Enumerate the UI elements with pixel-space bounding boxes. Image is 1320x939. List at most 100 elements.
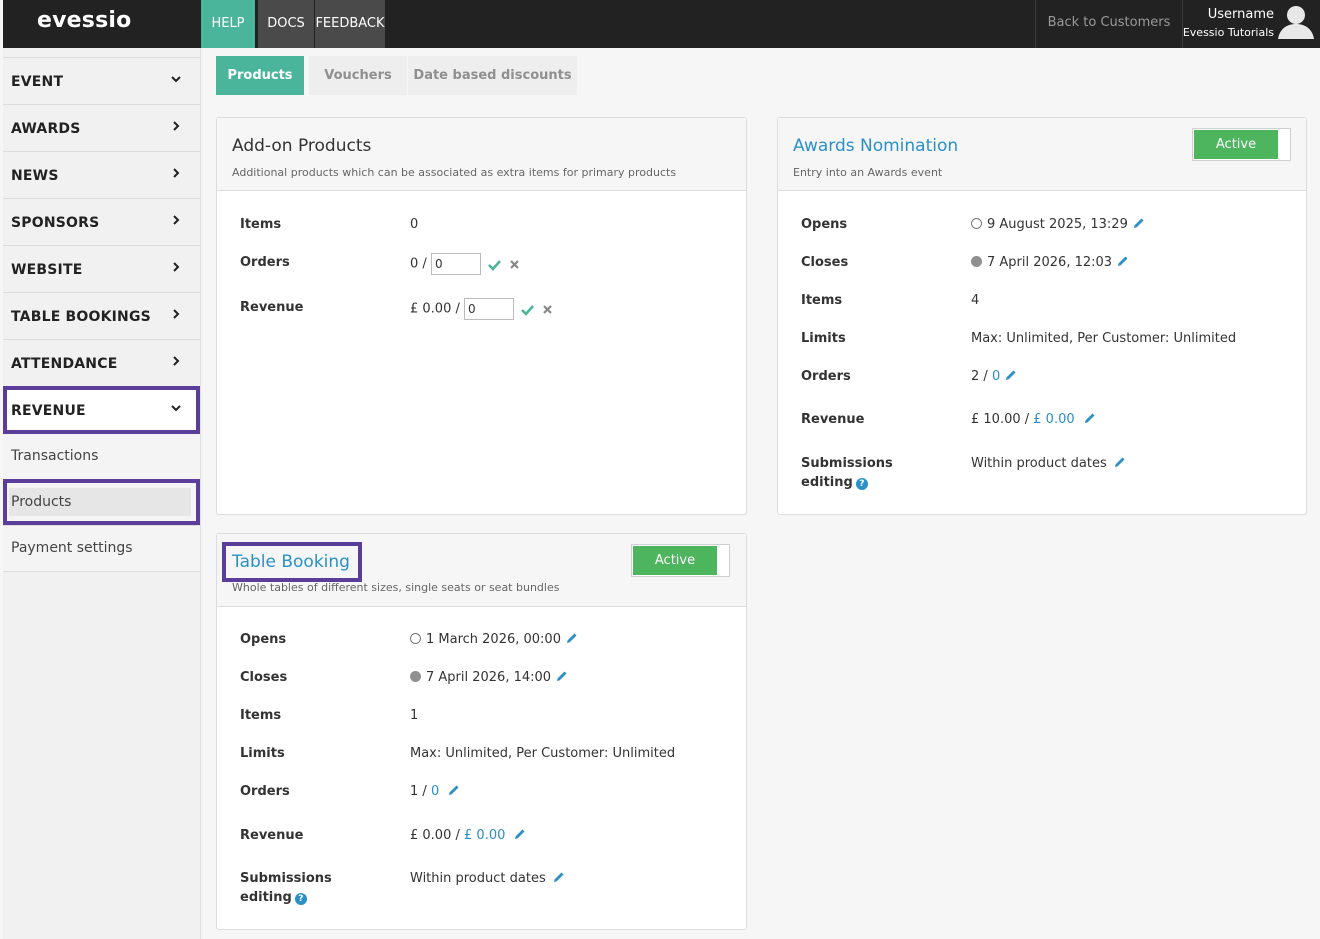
items-label: Items (801, 293, 843, 308)
orders-value: 0 / (410, 253, 521, 275)
sidebar-sub-label: Payment settings (11, 540, 133, 556)
closes-date: 7 April 2026, 14:00 (426, 670, 552, 685)
active-toggle[interactable]: Active (1192, 128, 1291, 161)
pencil-icon[interactable] (448, 784, 460, 796)
revenue-amount: £ 0.00 / (410, 301, 460, 317)
organisation-label[interactable]: Evessio Tutorials (1183, 26, 1274, 39)
feedback-button[interactable]: FEEDBACK (315, 0, 385, 48)
help-button[interactable]: HELP (201, 0, 255, 48)
submissions-value: Within product dates (410, 869, 565, 888)
help-icon[interactable]: ? (855, 478, 868, 490)
sidebar-item-awards[interactable]: AWARDS (3, 105, 200, 152)
sidebar-item-sponsors[interactable]: SPONSORS (3, 199, 200, 246)
revenue-limit-link[interactable]: £ 0.00 (1033, 412, 1074, 427)
pencil-icon[interactable] (1117, 255, 1129, 267)
sidebar-item-event[interactable]: EVENT (3, 58, 200, 105)
back-to-customers-link[interactable]: Back to Customers (1035, 0, 1183, 48)
sidebar-item-attendance[interactable]: ATTENDANCE (3, 340, 200, 387)
limits-label: Limits (801, 331, 846, 346)
items-value: 1 (410, 708, 419, 723)
pencil-icon[interactable] (553, 871, 565, 883)
opens-date: 9 August 2025, 13:29 (987, 217, 1128, 232)
limits-value: Max: Unlimited, Per Customer: Unlimited (410, 746, 676, 761)
opens-value: 9 August 2025, 13:29 (971, 215, 1145, 234)
evessio-logo[interactable]: evessio (37, 8, 131, 33)
revenue-label: Revenue (801, 412, 865, 427)
sidebar-item-label: SPONSORS (11, 215, 100, 231)
submissions-label-text: editing (240, 890, 292, 905)
check-icon[interactable] (521, 303, 535, 316)
chevron-right-icon (173, 309, 180, 319)
orders-limit-link[interactable]: 0 (992, 369, 1000, 384)
sidebar-item-label: TABLE BOOKINGS (11, 309, 151, 325)
orders-count: 2 / (971, 369, 988, 384)
revenue-label: Revenue (240, 300, 304, 315)
help-icon[interactable]: ? (294, 893, 307, 905)
revenue-limit-link[interactable]: £ 0.00 (464, 828, 505, 843)
sidebar-item-website[interactable]: WEBSITE (3, 246, 200, 293)
sidebar-item-label: NEWS (11, 168, 59, 184)
awards-nomination-panel: Awards Nomination Entry into an Awards e… (777, 117, 1307, 515)
revenue-amount: £ 0.00 / (410, 828, 460, 843)
open-circle-icon (410, 633, 421, 644)
orders-count: 1 / (410, 784, 427, 799)
sidebar-item-table-bookings[interactable]: TABLE BOOKINGS (3, 293, 200, 340)
closes-label: Closes (801, 255, 849, 270)
filled-circle-icon (971, 256, 982, 267)
orders-limit-link[interactable]: 0 (431, 784, 439, 799)
filled-circle-icon (410, 671, 421, 682)
pencil-icon[interactable] (566, 632, 578, 644)
orders-label: Orders (240, 784, 290, 799)
limits-value: Max: Unlimited, Per Customer: Unlimited (971, 331, 1237, 346)
revenue-label: Revenue (240, 828, 304, 843)
docs-button[interactable]: DOCS (258, 0, 314, 48)
app-frame: evessio HELP DOCS FEEDBACK Back to Custo… (3, 0, 1320, 939)
tab-vouchers[interactable]: Vouchers (309, 56, 407, 95)
chevron-right-icon (173, 356, 180, 366)
opens-date: 1 March 2026, 00:00 (426, 632, 561, 647)
revenue-limit-input[interactable] (464, 298, 515, 320)
check-icon[interactable] (488, 258, 502, 271)
highlight-products (3, 479, 200, 525)
items-value: 4 (971, 293, 980, 308)
sidebar-sub-payment-settings[interactable]: Payment settings (3, 526, 200, 572)
panel-title-link[interactable]: Awards Nomination (793, 136, 958, 156)
tab-products[interactable]: Products (216, 56, 304, 95)
orders-label: Orders (801, 369, 851, 384)
pencil-icon[interactable] (1133, 217, 1145, 229)
limits-label: Limits (240, 746, 285, 761)
tab-date-based-discounts[interactable]: Date based discounts (408, 56, 577, 95)
orders-value: 1 / 0 (410, 782, 460, 801)
pencil-icon[interactable] (556, 670, 568, 682)
submissions-label-line2: editing? (240, 888, 332, 907)
submissions-value: Within product dates (971, 454, 1126, 473)
closes-value: 7 April 2026, 14:00 (410, 668, 568, 687)
items-label: Items (240, 217, 282, 232)
revenue-value: £ 0.00 / (410, 298, 554, 320)
submissions-text: Within product dates (410, 871, 546, 886)
orders-count: 0 / (410, 256, 427, 272)
open-circle-icon (971, 218, 982, 229)
submissions-label-text: editing (801, 475, 853, 490)
pencil-icon[interactable] (1084, 412, 1096, 424)
sidebar-item-news[interactable]: NEWS (3, 152, 200, 199)
items-label: Items (240, 708, 282, 723)
table-booking-panel: Table Booking Whole tables of different … (216, 533, 747, 930)
revenue-value: £ 10.00 / £ 0.00 (971, 410, 1096, 429)
close-icon[interactable] (541, 303, 554, 316)
sidebar-item-label: EVENT (11, 74, 64, 90)
active-toggle[interactable]: Active (631, 544, 730, 577)
panel-subtitle: Entry into an Awards event (793, 166, 943, 179)
highlight-revenue (3, 386, 200, 434)
panel-header: Table Booking Whole tables of different … (217, 534, 746, 607)
close-icon[interactable] (508, 258, 521, 271)
user-avatar-icon[interactable] (1277, 3, 1315, 39)
pencil-icon[interactable] (1005, 369, 1017, 381)
username-label[interactable]: Username (1208, 7, 1274, 22)
sidebar-item-label: ATTENDANCE (11, 356, 118, 372)
submissions-text: Within product dates (971, 456, 1107, 471)
pencil-icon[interactable] (514, 828, 526, 840)
pencil-icon[interactable] (1114, 456, 1126, 468)
sidebar-sub-transactions[interactable]: Transactions (3, 434, 200, 480)
orders-limit-input[interactable] (430, 253, 481, 275)
